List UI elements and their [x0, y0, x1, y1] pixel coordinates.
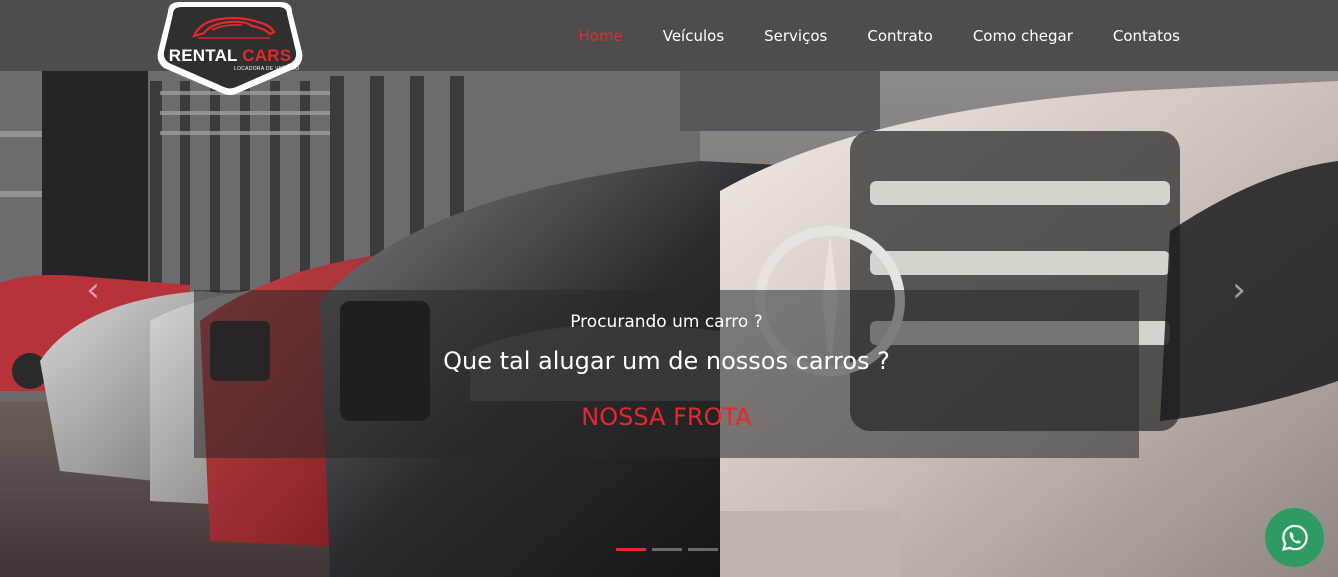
logo-tagline: LOCADORA DE VEÍCULO [234, 66, 300, 72]
carousel-next-arrow[interactable]: › [1224, 270, 1254, 310]
main-nav: Home Veículos Serviços Contrato Como che… [538, 0, 1180, 71]
hero-carousel: ‹ › Procurando um carro ? Que tal alugar… [0, 71, 1338, 577]
carousel-indicators [616, 548, 718, 551]
nav-servicos[interactable]: Serviços [764, 27, 827, 45]
nossa-frota-link[interactable]: NOSSA FROTA [194, 403, 1139, 431]
nav-contatos[interactable]: Contatos [1113, 27, 1180, 45]
carousel-indicator-3[interactable] [688, 548, 718, 551]
caption-title: Que tal alugar um de nossos carros ? [443, 347, 890, 375]
carousel-indicator-1[interactable] [616, 548, 646, 551]
caption-subtitle: Procurando um carro ? [570, 312, 763, 332]
logo-text: RENTAL CARS [168, 46, 292, 65]
nav-contrato[interactable]: Contrato [867, 27, 932, 45]
whatsapp-button[interactable] [1265, 508, 1324, 567]
hero-caption: Procurando um carro ? Que tal alugar um … [194, 290, 1139, 458]
nav-veiculos[interactable]: Veículos [663, 27, 724, 45]
whatsapp-icon [1281, 524, 1308, 551]
carousel-prev-arrow[interactable]: ‹ [78, 270, 108, 310]
nav-como-chegar[interactable]: Como chegar [973, 27, 1073, 45]
site-logo[interactable]: RENTAL CARS LOCADORA DE VEÍCULO [154, 0, 306, 97]
nav-home[interactable]: Home [578, 27, 622, 45]
carousel-indicator-2[interactable] [652, 548, 682, 551]
